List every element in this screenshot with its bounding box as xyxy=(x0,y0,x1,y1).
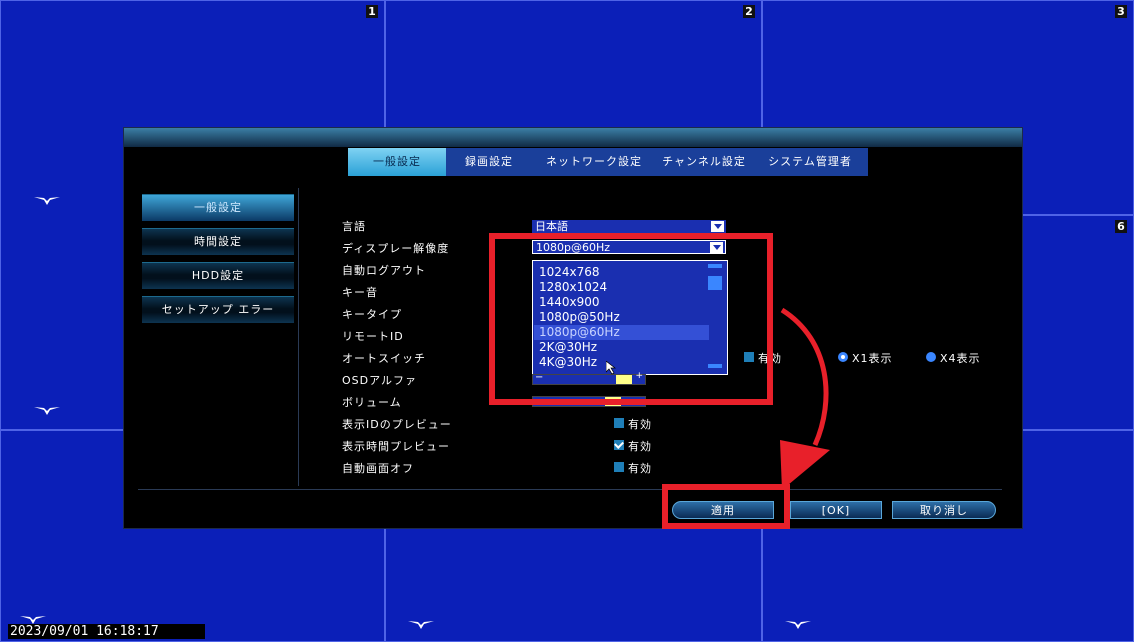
settings-tabs: 一般設定 録画設定 ネットワーク設定 チャンネル設定 システム管理者 xyxy=(348,148,868,176)
preview-id-label: 有効 xyxy=(628,418,652,431)
chevron-down-icon[interactable] xyxy=(711,221,724,232)
tab-channel[interactable]: チャンネル設定 xyxy=(656,148,752,176)
highlight-box-apply xyxy=(662,484,790,529)
tab-system-admin[interactable]: システム管理者 xyxy=(752,148,868,176)
label-language: 言語 xyxy=(342,220,366,233)
screen-off-label: 有効 xyxy=(628,462,652,475)
ok-button[interactable]: [OK] xyxy=(790,501,882,519)
tab-recording[interactable]: 録画設定 xyxy=(446,148,532,176)
label-preview-time: 表示時間プレビュー xyxy=(342,440,450,453)
label-auto-switch: オートスイッチ xyxy=(342,352,426,365)
preview-time-label: 有効 xyxy=(628,440,652,453)
vertical-divider xyxy=(298,188,299,486)
label-display-resolution: ディスプレー解像度 xyxy=(342,242,450,255)
tab-network[interactable]: ネットワーク設定 xyxy=(532,148,656,176)
label-key-sound: キー音 xyxy=(342,286,378,299)
brand-logo-icon xyxy=(34,406,60,416)
timestamp: 2023/09/01 16:18:17 xyxy=(8,624,205,639)
tab-general[interactable]: 一般設定 xyxy=(348,148,446,176)
red-arrow-icon xyxy=(780,307,830,490)
label-remote-id: リモートID xyxy=(342,330,404,343)
dialog-title-bar xyxy=(124,128,1022,147)
label-auto-logout: 自動ログアウト xyxy=(342,264,426,277)
sidebar: 一般設定 時間設定 HDD設定 セットアップ エラー xyxy=(142,194,294,330)
x4-display-radio[interactable] xyxy=(926,352,936,362)
preview-id-checkbox[interactable] xyxy=(614,418,624,428)
highlight-box-resolution xyxy=(489,233,773,405)
brand-logo-icon xyxy=(785,620,811,630)
brand-logo-icon xyxy=(408,620,434,630)
sidebar-item-hdd[interactable]: HDD設定 xyxy=(142,262,294,289)
x1-display-label: X1表示 xyxy=(852,352,893,365)
language-value: 日本語 xyxy=(535,220,568,233)
label-preview-id: 表示IDのプレビュー xyxy=(342,418,452,431)
screen-off-checkbox[interactable] xyxy=(614,462,624,472)
channel-number-1: 1 xyxy=(366,5,378,18)
preview-time-checkbox[interactable] xyxy=(614,440,624,450)
label-auto-screen-off: 自動画面オフ xyxy=(342,462,414,475)
sidebar-item-setup-error[interactable]: セットアップ エラー xyxy=(142,296,294,323)
label-volume: ボリューム xyxy=(342,396,402,409)
channel-number-6: 6 xyxy=(1115,220,1127,233)
cancel-button[interactable]: 取り消し xyxy=(892,501,996,519)
label-osd-alpha: OSDアルファ xyxy=(342,374,418,387)
x4-display-label: X4表示 xyxy=(940,352,981,365)
sidebar-item-general[interactable]: 一般設定 xyxy=(142,194,294,221)
sidebar-item-time[interactable]: 時間設定 xyxy=(142,228,294,255)
channel-number-3: 3 xyxy=(1115,5,1127,18)
label-key-type: キータイプ xyxy=(342,308,402,321)
brand-logo-icon xyxy=(34,196,60,206)
horizontal-divider xyxy=(138,489,1002,490)
language-select[interactable]: 日本語 xyxy=(532,220,726,233)
channel-number-2: 2 xyxy=(743,5,755,18)
